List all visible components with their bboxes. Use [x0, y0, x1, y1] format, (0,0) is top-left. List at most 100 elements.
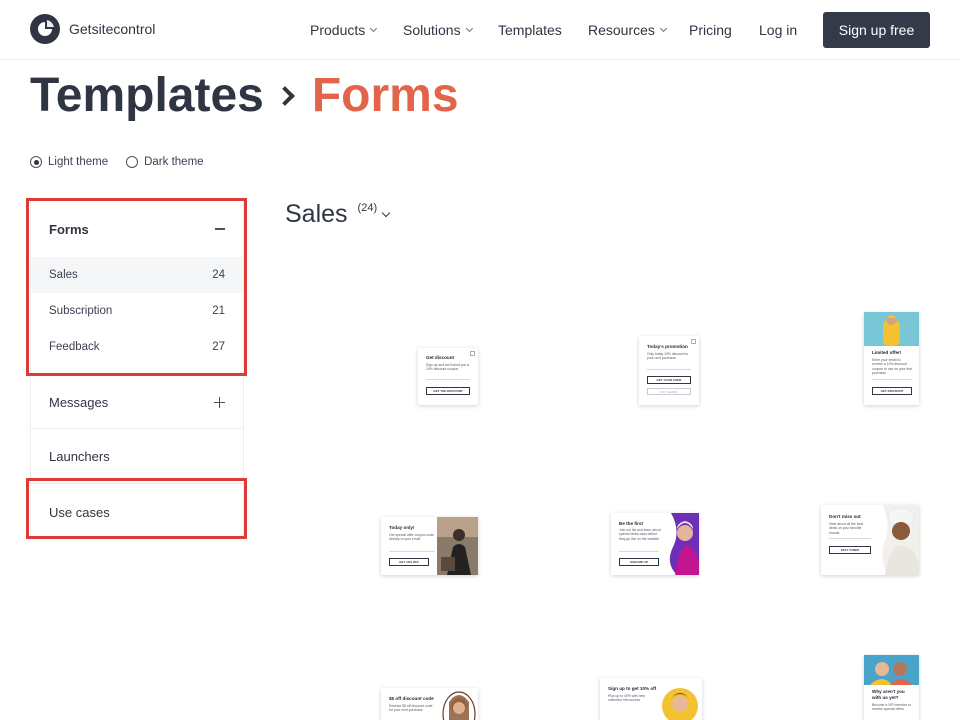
- template-title: Why aren't you with us yet?: [872, 689, 905, 700]
- dark-theme-label: Dark theme: [144, 156, 204, 168]
- chevron-down-icon: [370, 24, 378, 33]
- template-title: Be the first: [619, 521, 643, 526]
- breadcrumb-current: Forms: [311, 69, 459, 122]
- template-title: Today only!: [389, 525, 415, 530]
- category-launchers: Launchers: [30, 429, 244, 484]
- dark-theme-option[interactable]: Dark theme: [126, 156, 204, 168]
- category-messages: Messages: [30, 376, 244, 429]
- page-title: Templates Forms: [30, 68, 459, 123]
- template-card[interactable]: Get discount Sign up and we'll send you …: [418, 348, 478, 405]
- nav-pricing-label: Pricing: [689, 22, 732, 38]
- template-image: [656, 678, 702, 720]
- template-button: GET 10% OFF: [389, 558, 429, 566]
- section-heading[interactable]: Sales (24): [285, 200, 391, 229]
- category-messages-label: Messages: [49, 394, 109, 410]
- category-sidebar: Forms Sales 24 Subscription 21 Feedback …: [30, 200, 244, 540]
- template-title: Today's promotion: [647, 344, 688, 349]
- subcategory-label: Subscription: [49, 305, 113, 317]
- nav-templates[interactable]: Templates: [498, 22, 562, 38]
- template-card[interactable]: Don't miss out Hear about all the best d…: [821, 505, 919, 575]
- subcategory-label: Sales: [49, 269, 78, 281]
- nav-resources[interactable]: Resources: [588, 22, 667, 38]
- template-secondary-button: NO, THANKS: [647, 388, 691, 395]
- template-image: [437, 517, 478, 575]
- template-text: Become a VIP member to receive special o…: [872, 703, 911, 712]
- subcategory-sales[interactable]: Sales 24: [31, 257, 243, 293]
- template-input: [829, 538, 871, 539]
- subcategory-count: 27: [212, 341, 225, 353]
- brand-name: Getsitecontrol: [69, 21, 156, 37]
- template-button: GET THE DISCOUNT: [426, 387, 470, 395]
- subcategory-subscription[interactable]: Subscription 21: [31, 293, 243, 329]
- category-forms-label: Forms: [49, 221, 89, 237]
- template-card[interactable]: Limited offer! Enter your email to recei…: [864, 312, 919, 405]
- collapse-minus-icon[interactable]: [215, 228, 225, 230]
- nav-solutions-label: Solutions: [403, 22, 461, 38]
- subcategory-count: 24: [212, 269, 225, 281]
- template-card[interactable]: Today's promotion Only today 10% discoun…: [639, 336, 699, 405]
- forms-subcategory-list: Sales 24 Subscription 21 Feedback 27: [31, 257, 243, 375]
- template-input: [389, 551, 435, 552]
- template-image: [663, 513, 699, 575]
- template-text: Receive $5 off discount code for your ne…: [389, 704, 433, 713]
- template-image: [864, 655, 919, 685]
- radio-icon[interactable]: [126, 156, 139, 168]
- template-title: Sign up to get 10% off: [608, 686, 657, 691]
- category-launchers-label: Launchers: [49, 448, 110, 464]
- nav-login-label: Log in: [759, 22, 798, 38]
- expand-plus-icon[interactable]: [214, 396, 225, 408]
- template-image: [875, 505, 919, 575]
- light-theme-option[interactable]: Light theme: [30, 156, 108, 168]
- template-input: [619, 551, 659, 552]
- brand-logo[interactable]: Getsitecontrol: [30, 14, 155, 44]
- breadcrumb-root[interactable]: Templates: [30, 68, 264, 123]
- chevron-down-icon: [381, 208, 391, 218]
- category-launchers-header[interactable]: Launchers: [31, 429, 243, 483]
- chevron-down-icon: [465, 24, 473, 33]
- nav-login[interactable]: Log in: [759, 22, 797, 38]
- top-header: Getsitecontrol Products Solutions Templa…: [0, 0, 960, 60]
- template-card[interactable]: Today only! Get special offer coupon cod…: [381, 517, 478, 575]
- logo-icon: [30, 14, 60, 44]
- template-text: Plus up to 40% with new collection first…: [608, 694, 645, 703]
- section-title: Sales: [285, 200, 348, 228]
- subcategory-count: 21: [212, 305, 225, 317]
- category-use-cases-label: Use cases: [49, 504, 110, 520]
- close-icon: [470, 351, 475, 356]
- template-title: Don't miss out: [829, 514, 861, 519]
- category-messages-header[interactable]: Messages: [31, 376, 243, 428]
- template-button: GET YOUR CODE: [647, 376, 691, 384]
- chevron-down-icon: [659, 24, 667, 33]
- template-button: STAY TUNED: [829, 546, 871, 554]
- radio-selected-icon[interactable]: [30, 156, 42, 168]
- template-title: Get discount: [426, 355, 455, 360]
- template-card[interactable]: Be the first Join our list and learn abo…: [611, 513, 699, 575]
- subcategory-feedback[interactable]: Feedback 27: [31, 329, 243, 365]
- theme-selector: Light theme Dark theme: [30, 156, 222, 168]
- template-input: [872, 379, 912, 380]
- template-input: [426, 379, 470, 380]
- nav-products-label: Products: [310, 22, 366, 38]
- section-count: (24): [357, 202, 378, 214]
- chevron-right-icon: [274, 85, 295, 106]
- template-button: GET DISCOUNT: [872, 387, 912, 395]
- template-text: Sign up and we'll send you a 10% discoun…: [426, 363, 470, 372]
- template-image: [864, 312, 919, 346]
- template-card[interactable]: $5 off discount code Receive $5 off disc…: [381, 688, 478, 720]
- template-text: Only today 10% discount to your next pur…: [647, 352, 689, 361]
- category-forms-header[interactable]: Forms: [31, 201, 243, 257]
- nav-solutions[interactable]: Solutions: [403, 22, 473, 38]
- template-title: Limited offer!: [872, 350, 902, 355]
- nav-products[interactable]: Products: [310, 22, 378, 38]
- subcategory-label: Feedback: [49, 341, 100, 353]
- category-forms: Forms Sales 24 Subscription 21 Feedback …: [30, 200, 244, 376]
- nav-templates-label: Templates: [498, 22, 562, 38]
- template-image: [437, 688, 478, 720]
- nav-pricing[interactable]: Pricing: [689, 22, 732, 38]
- close-icon: [691, 339, 696, 344]
- nav-resources-label: Resources: [588, 22, 655, 38]
- signup-button[interactable]: Sign up free: [823, 12, 930, 48]
- template-card[interactable]: Why aren't you with us yet? Become a VIP…: [864, 655, 919, 720]
- category-use-cases-header[interactable]: Use cases: [31, 484, 243, 540]
- template-card[interactable]: Sign up to get 10% off Plus up to 40% wi…: [600, 678, 702, 720]
